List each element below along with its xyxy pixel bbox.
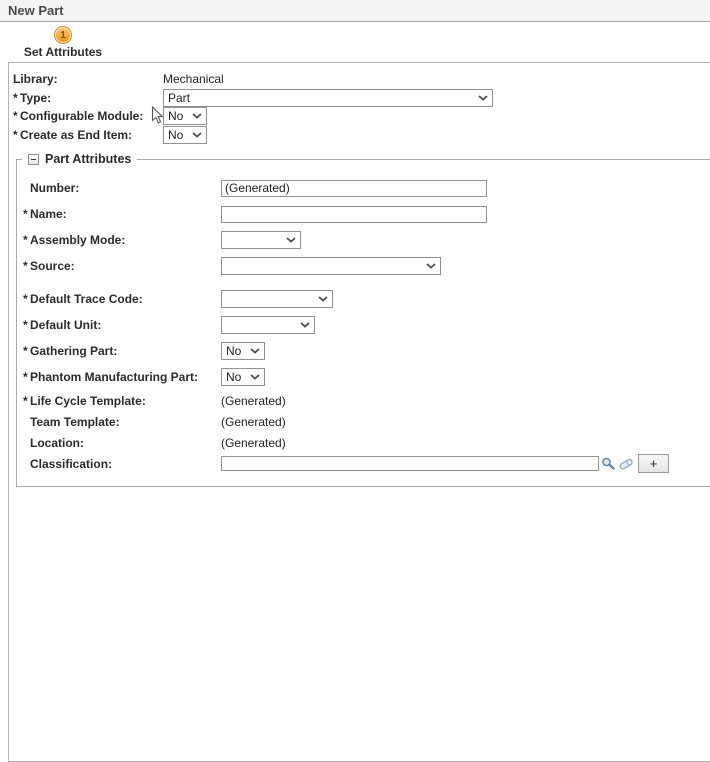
part-attributes-section: Part Attributes Number: *Name: *Assembly…: [16, 152, 710, 487]
number-label: Number:: [30, 181, 80, 195]
create-as-end-item-select-value: No: [168, 127, 184, 142]
field-row-assembly-mode: * Assembly Mode:: [17, 227, 710, 253]
location-value: (Generated): [221, 435, 286, 450]
field-row-team-template: Team Template: (Generated): [17, 411, 710, 432]
chevron-down-icon: [192, 113, 202, 120]
field-row-type: * Type: Part: [9, 88, 710, 108]
gathering-part-label: * Gathering Part:: [23, 344, 118, 358]
type-select-value: Part: [168, 90, 191, 105]
life-cycle-template-value: (Generated): [221, 393, 286, 408]
chevron-down-icon: [250, 374, 260, 380]
field-row-phantom-manufacturing-part: * Phantom Manufacturing Part: No: [17, 364, 710, 390]
team-template-label: Team Template:: [30, 414, 120, 429]
type-select[interactable]: Part: [163, 88, 493, 107]
configurable-module-label: * Configurable Module:: [13, 109, 144, 124]
field-row-create-as-end-item: * Create as End Item: No: [9, 125, 710, 145]
field-row-classification: Classification: +: [17, 453, 710, 474]
field-row-number: Number:: [17, 175, 710, 201]
assembly-mode-select[interactable]: [221, 231, 301, 249]
chevron-down-icon: [250, 348, 260, 354]
add-classification-button[interactable]: +: [638, 454, 669, 473]
page-title: New Part: [8, 3, 64, 18]
configurable-module-select[interactable]: No: [163, 107, 207, 126]
wizard-step[interactable]: 1 Set Attributes: [15, 26, 111, 59]
part-attributes-legend: Part Attributes: [22, 152, 137, 166]
library-value: Mechanical: [163, 72, 224, 87]
source-label: * Source:: [23, 259, 75, 273]
create-as-end-item-label: * Create as End Item:: [13, 127, 133, 142]
classification-input[interactable]: [221, 456, 599, 471]
configurable-module-select-value: No: [168, 109, 184, 124]
field-row-configurable-module: * Configurable Module: No: [9, 107, 710, 126]
default-trace-code-label: * Default Trace Code:: [23, 292, 143, 306]
create-as-end-item-select[interactable]: No: [163, 125, 207, 144]
field-row-default-unit: * Default Unit:: [17, 312, 710, 338]
name-label: * Name:: [23, 207, 67, 221]
step-1-badge[interactable]: 1: [54, 26, 72, 44]
type-label: * Type:: [13, 90, 52, 105]
chevron-down-icon: [300, 322, 310, 328]
phantom-manufacturing-part-label: * Phantom Manufacturing Part:: [23, 370, 199, 384]
field-row-name: * Name:: [17, 201, 710, 227]
chevron-down-icon: [192, 132, 202, 138]
eraser-clear-icon[interactable]: [618, 457, 634, 471]
default-trace-code-select[interactable]: [221, 290, 333, 308]
gathering-part-select-value: No: [226, 344, 242, 358]
team-template-value: (Generated): [221, 414, 286, 429]
step-1-label: Set Attributes: [23, 45, 103, 59]
chevron-down-icon: [426, 263, 436, 269]
chevron-down-icon: [478, 95, 488, 101]
number-input[interactable]: [221, 179, 487, 197]
chevron-down-icon: [286, 237, 296, 243]
gathering-part-select[interactable]: No: [221, 342, 265, 360]
row-gap: [17, 279, 710, 286]
page-header: New Part: [0, 0, 710, 22]
search-icon[interactable]: [601, 457, 616, 471]
form-panel: Library: Mechanical * Type: Part * Configu…: [8, 62, 710, 762]
life-cycle-template-label: * Life Cycle Template:: [23, 393, 146, 408]
assembly-mode-label: * Assembly Mode:: [23, 233, 126, 247]
field-row-source: * Source:: [17, 253, 710, 279]
chevron-down-icon: [318, 296, 328, 302]
location-label: Location:: [30, 435, 84, 450]
classification-label: Classification:: [30, 456, 113, 471]
phantom-manufacturing-part-select[interactable]: No: [221, 368, 265, 386]
name-input[interactable]: [221, 205, 487, 223]
phantom-manufacturing-part-select-value: No: [226, 370, 242, 384]
field-row-gathering-part: * Gathering Part: No: [17, 338, 710, 364]
part-attributes-title: Part Attributes: [45, 152, 132, 166]
field-row-location: Location: (Generated): [17, 432, 710, 453]
default-unit-select[interactable]: [221, 316, 315, 334]
field-row-library: Library: Mechanical: [9, 70, 710, 89]
field-row-life-cycle-template: * Life Cycle Template: (Generated): [17, 390, 710, 411]
mouse-cursor-icon: [151, 106, 164, 124]
source-select[interactable]: [221, 257, 441, 275]
default-unit-label: * Default Unit:: [23, 318, 102, 332]
library-label: Library:: [13, 72, 58, 87]
field-row-default-trace-code: * Default Trace Code:: [17, 286, 710, 312]
collapse-icon[interactable]: [28, 153, 39, 165]
